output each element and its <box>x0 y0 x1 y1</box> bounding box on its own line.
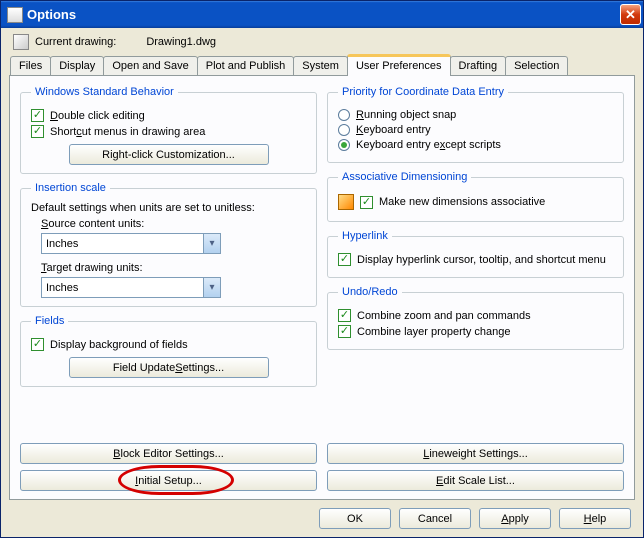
insertion-default-label: Default settings when units are set to u… <box>31 202 306 214</box>
checkbox-icon <box>31 338 44 351</box>
right-column: Priority for Coordinate Data Entry Runni… <box>327 86 624 437</box>
tab-display[interactable]: Display <box>50 56 104 75</box>
current-drawing-label: Current drawing: <box>35 36 116 48</box>
radio-kb-except-label: Keyboard entry except scripts <box>356 139 501 151</box>
check-assoc-row[interactable]: Make new dimensions associative <box>338 194 613 210</box>
chevron-down-icon: ▾ <box>203 234 220 253</box>
tab-strip: Files Display Open and Save Plot and Pub… <box>9 54 635 75</box>
current-drawing-row: Current drawing: Drawing1.dwg <box>9 32 635 54</box>
group-hyperlink: Hyperlink Display hyperlink cursor, tool… <box>327 230 624 278</box>
check-shortcut-menus-label: Shortcut menus in drawing area <box>50 126 205 138</box>
cancel-button[interactable]: Cancel <box>399 508 471 529</box>
group-windows-standard-behavior: Windows Standard Behavior Double click e… <box>20 86 317 174</box>
tab-drafting[interactable]: Drafting <box>450 56 507 75</box>
titlebar: Options ✕ <box>1 1 643 28</box>
group-priority-coord: Priority for Coordinate Data Entry Runni… <box>327 86 624 163</box>
check-assoc-label: Make new dimensions associative <box>379 196 545 208</box>
radio-icon <box>338 124 350 136</box>
target-units-label: Target drawing units: <box>41 262 306 274</box>
initial-setup-button[interactable]: Initial Setup... <box>20 470 317 491</box>
checkbox-icon <box>31 125 44 138</box>
tab-user-preferences[interactable]: User Preferences <box>347 54 451 76</box>
field-update-settings-button[interactable]: Field Update Settings... <box>69 357 269 378</box>
legend-insertion: Insertion scale <box>31 182 110 194</box>
dialog-body: Current drawing: Drawing1.dwg Files Disp… <box>1 28 643 537</box>
check-combine-layer-row[interactable]: Combine layer property change <box>338 325 613 338</box>
group-fields: Fields Display background of fields Fiel… <box>20 315 317 387</box>
right-click-customization-button[interactable]: Right-click Customization... <box>69 144 269 165</box>
source-units-label: Source content units: <box>41 218 306 230</box>
group-insertion-scale: Insertion scale Default settings when un… <box>20 182 317 307</box>
tab-system[interactable]: System <box>293 56 348 75</box>
check-double-click-row[interactable]: Double click editing <box>31 109 306 122</box>
help-button[interactable]: Help <box>559 508 631 529</box>
app-icon <box>7 7 23 23</box>
current-drawing-value: Drawing1.dwg <box>146 36 216 48</box>
checkbox-icon <box>338 309 351 322</box>
legend-hyperlink: Hyperlink <box>338 230 392 242</box>
radio-keyboard-label: Keyboard entry <box>356 124 431 136</box>
legend-priority: Priority for Coordinate Data Entry <box>338 86 508 98</box>
radio-icon <box>338 139 350 151</box>
drawing-icon <box>13 34 29 50</box>
group-associative-dim: Associative Dimensioning Make new dimens… <box>327 171 624 222</box>
check-combine-zoom-row[interactable]: Combine zoom and pan commands <box>338 309 613 322</box>
tab-plot-and-publish[interactable]: Plot and Publish <box>197 56 295 75</box>
options-window: Options ✕ Current drawing: Drawing1.dwg … <box>0 0 644 538</box>
legend-fields: Fields <box>31 315 68 327</box>
radio-running-snap-row[interactable]: Running object snap <box>338 109 613 121</box>
chevron-down-icon: ▾ <box>203 278 220 297</box>
tab-panel: Windows Standard Behavior Double click e… <box>9 75 635 500</box>
check-combine-zoom-label: Combine zoom and pan commands <box>357 310 531 322</box>
source-units-select[interactable]: Inches ▾ <box>41 233 221 254</box>
ok-button[interactable]: OK <box>319 508 391 529</box>
check-display-bg-label: Display background of fields <box>50 339 188 351</box>
source-units-value: Inches <box>46 238 78 250</box>
group-undo-redo: Undo/Redo Combine zoom and pan commands … <box>327 286 624 350</box>
dialog-button-row: OK Cancel Apply Help <box>9 500 635 529</box>
radio-keyboard-row[interactable]: Keyboard entry <box>338 124 613 136</box>
window-title: Options <box>27 7 620 22</box>
drawing-config-icon <box>338 194 354 210</box>
edit-scale-list-button[interactable]: Edit Scale List... <box>327 470 624 491</box>
tab-selection[interactable]: Selection <box>505 56 568 75</box>
tab-open-and-save[interactable]: Open and Save <box>103 56 197 75</box>
checkbox-icon <box>360 196 373 209</box>
radio-running-snap-label: Running object snap <box>356 109 456 121</box>
target-units-value: Inches <box>46 282 78 294</box>
check-double-click-label: Double click editing <box>50 110 145 122</box>
legend-undo: Undo/Redo <box>338 286 402 298</box>
checkbox-icon <box>338 325 351 338</box>
check-shortcut-menus-row[interactable]: Shortcut menus in drawing area <box>31 125 306 138</box>
radio-icon <box>338 109 350 121</box>
close-button[interactable]: ✕ <box>620 4 641 25</box>
checkbox-icon <box>338 253 351 266</box>
radio-kb-except-row[interactable]: Keyboard entry except scripts <box>338 139 613 151</box>
check-hyperlink-label: Display hyperlink cursor, tooltip, and s… <box>357 254 606 266</box>
target-units-select[interactable]: Inches ▾ <box>41 277 221 298</box>
check-combine-layer-label: Combine layer property change <box>357 326 510 338</box>
bottom-buttons-row1: Block Editor Settings... Lineweight Sett… <box>20 443 624 464</box>
checkbox-icon <box>31 109 44 122</box>
apply-button[interactable]: Apply <box>479 508 551 529</box>
legend-assoc: Associative Dimensioning <box>338 171 471 183</box>
tab-files[interactable]: Files <box>10 56 51 75</box>
check-hyperlink-row[interactable]: Display hyperlink cursor, tooltip, and s… <box>338 253 613 266</box>
bottom-buttons-row2: Initial Setup... Edit Scale List... <box>20 470 624 491</box>
check-display-bg-row[interactable]: Display background of fields <box>31 338 306 351</box>
lineweight-settings-button[interactable]: Lineweight Settings... <box>327 443 624 464</box>
left-column: Windows Standard Behavior Double click e… <box>20 86 317 437</box>
block-editor-settings-button[interactable]: Block Editor Settings... <box>20 443 317 464</box>
legend-wsb: Windows Standard Behavior <box>31 86 178 98</box>
